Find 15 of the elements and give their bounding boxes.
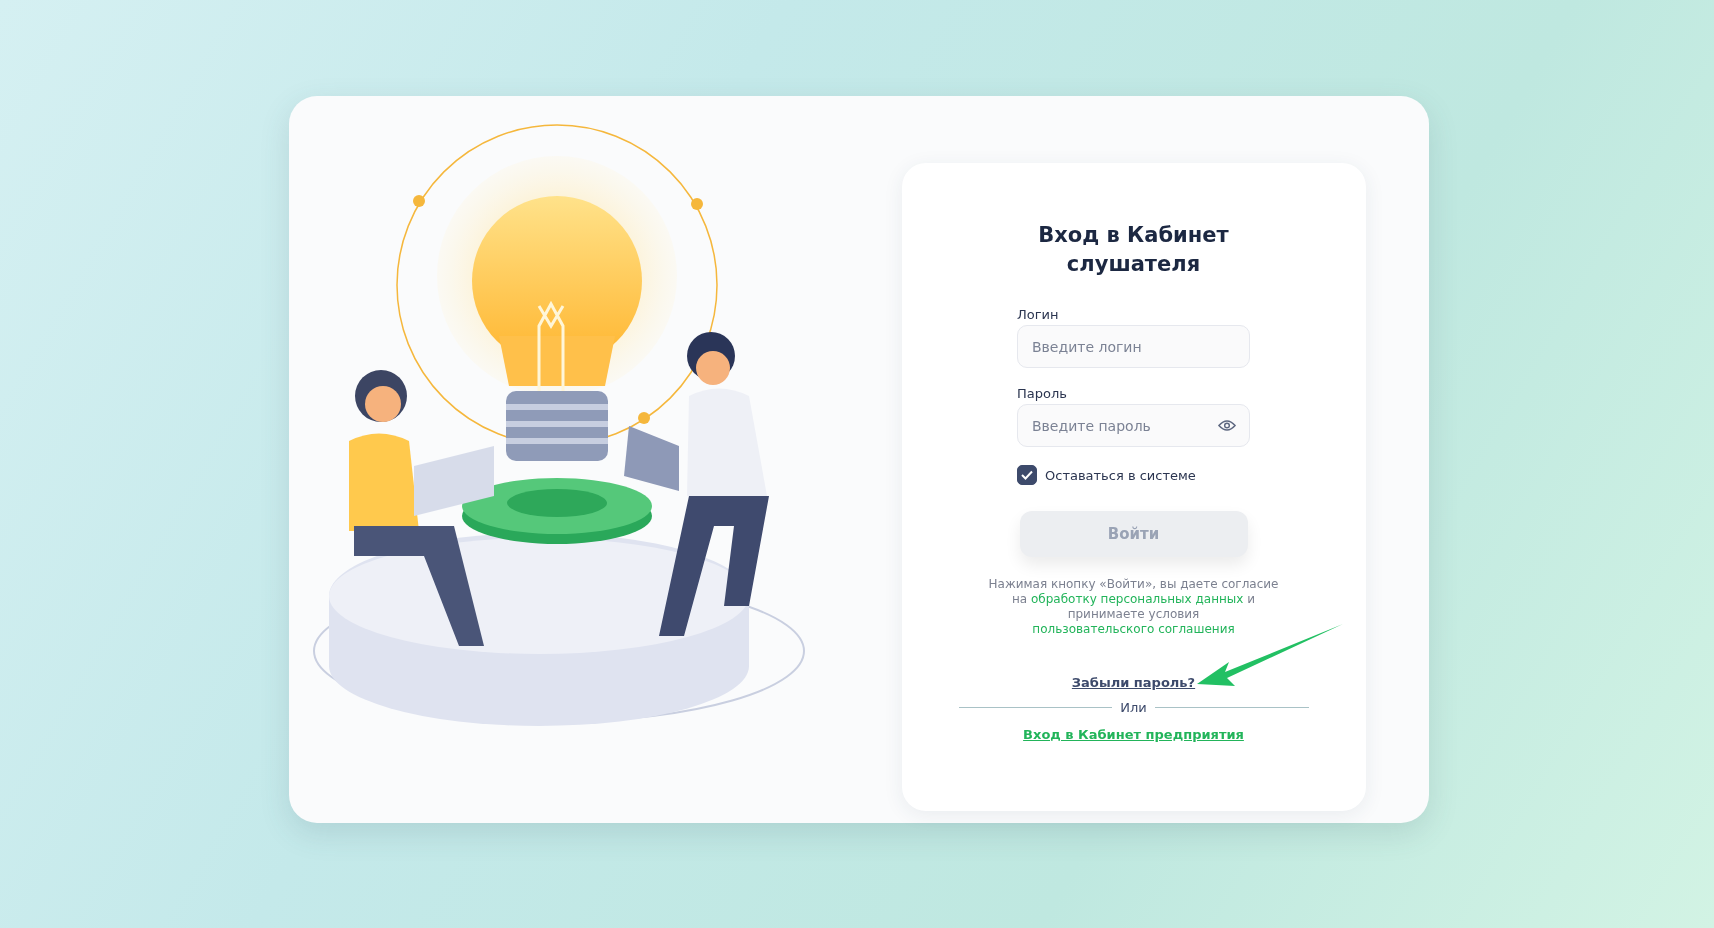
divider-text: Или [1120, 700, 1147, 715]
consent-link[interactable]: пользовательского соглашения [1032, 622, 1235, 636]
login-field[interactable]: Введите логин [1017, 325, 1250, 368]
field-label: Логин [1017, 307, 1060, 322]
eye-icon[interactable] [1218, 419, 1236, 432]
form-title: Вход в Кабинет слушателя [1037, 222, 1230, 278]
forgot-password-link[interactable]: Забыли пароль? [1071, 675, 1196, 690]
checkbox-label: Оставаться в системе [1045, 467, 1196, 483]
consent-link[interactable]: обработку персональных данных [1030, 592, 1244, 606]
checkmark-icon [1021, 470, 1033, 480]
field-label: Пароль [1017, 386, 1068, 401]
checkbox[interactable] [1017, 465, 1037, 485]
consent-text: Нажимая кнопку «Войти», вы даете согласие на обработку персональных данных и принимаете условия пользовательского соглашения [987, 577, 1280, 637]
enterprise-login-link[interactable]: Вход в Кабинет предприятия [1023, 727, 1244, 742]
password-field[interactable]: Введите пароль [1017, 404, 1250, 447]
